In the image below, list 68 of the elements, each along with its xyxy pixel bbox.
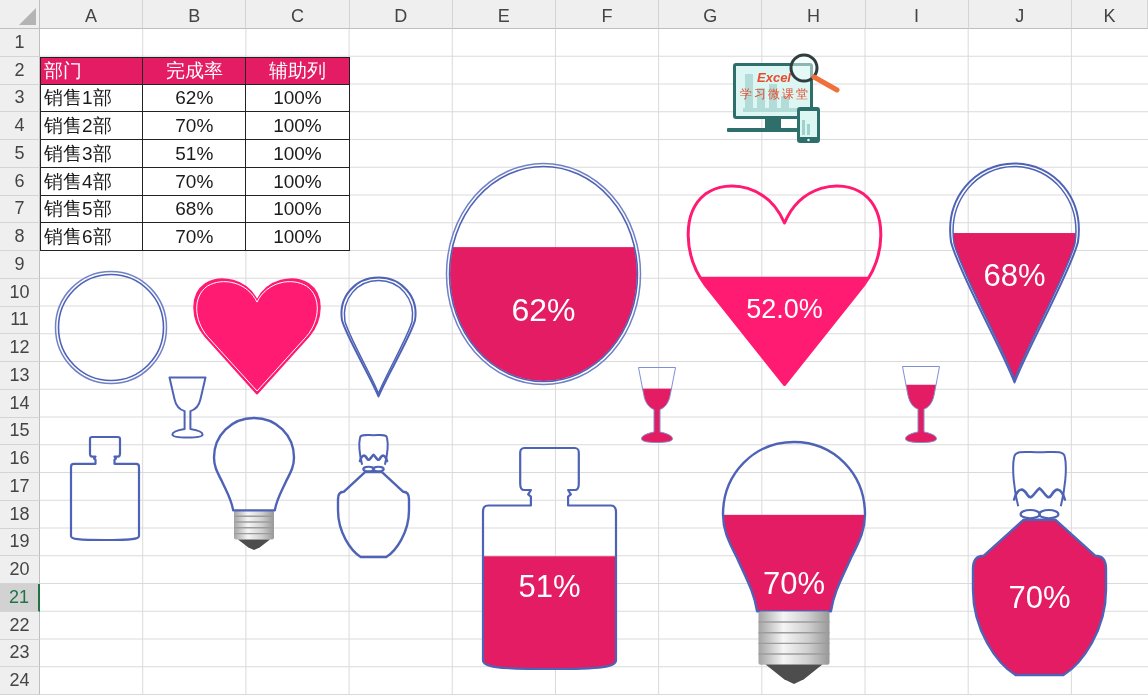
column-header[interactable]: I — [865, 0, 969, 29]
row-header[interactable]: 11 — [0, 306, 40, 335]
table-cell: 销售6部 — [40, 223, 144, 251]
row-header[interactable]: 7 — [0, 195, 40, 224]
table-cell: 70% — [143, 112, 247, 140]
table-cell: 销售4部 — [40, 167, 144, 196]
table-cell: 68% — [143, 195, 247, 224]
table-cell: 62% — [143, 84, 247, 113]
logo-subtitle: 学习微课堂 — [740, 88, 810, 100]
percent-label: 70% — [763, 567, 825, 599]
column-header[interactable]: D — [349, 0, 453, 29]
row-header[interactable]: 4 — [0, 112, 40, 140]
percent-label: 62% — [511, 293, 576, 326]
row-header[interactable]: 6 — [0, 167, 40, 196]
column-header[interactable]: A — [40, 0, 144, 29]
table-header-cell: 部门 — [40, 56, 144, 85]
table-cell: 100% — [246, 223, 350, 251]
row-header[interactable]: 10 — [0, 278, 40, 307]
row-header[interactable]: 3 — [0, 84, 40, 113]
row-header[interactable]: 1 — [0, 29, 40, 57]
logo-title: Excel — [757, 71, 791, 84]
bottle-stopper — [1012, 450, 1067, 508]
row-header[interactable]: 15 — [0, 417, 40, 446]
row-header[interactable]: 21 — [0, 584, 40, 612]
row-header[interactable]: 12 — [0, 334, 40, 362]
percent-label: 68% — [983, 259, 1046, 291]
table-cell: 销售5部 — [40, 195, 144, 224]
table-cell: 51% — [143, 140, 247, 168]
select-all-button[interactable] — [0, 0, 40, 29]
table-cell: 70% — [143, 167, 247, 196]
table-cell: 100% — [246, 112, 350, 140]
row-header[interactable]: 14 — [0, 389, 40, 418]
column-header[interactable]: F — [555, 0, 660, 29]
column-header[interactable]: H — [762, 0, 866, 29]
row-header[interactable]: 23 — [0, 639, 40, 668]
row-header[interactable]: 19 — [0, 528, 40, 557]
column-header[interactable]: E — [452, 0, 556, 29]
table-cell: 70% — [143, 223, 247, 251]
row-header[interactable]: 20 — [0, 556, 40, 584]
table-cell: 100% — [246, 84, 350, 113]
column-header[interactable]: J — [968, 0, 1072, 29]
row-header[interactable]: 9 — [0, 251, 40, 279]
table-cell: 销售2部 — [40, 112, 144, 140]
table-cell: 销售3部 — [40, 140, 144, 168]
wine-glass-outline — [168, 376, 207, 439]
corner-triangle-icon — [19, 8, 36, 25]
row-header[interactable]: 24 — [0, 667, 40, 695]
column-header[interactable]: K — [1071, 0, 1148, 29]
table-cell: 100% — [246, 195, 350, 224]
column-header[interactable]: C — [246, 0, 350, 29]
row-header[interactable]: 2 — [0, 56, 40, 85]
column-header[interactable]: G — [659, 0, 763, 29]
row-header[interactable]: 17 — [0, 473, 40, 501]
table-header-cell: 完成率 — [143, 56, 247, 85]
percent-label: 51% — [518, 570, 581, 601]
row-header[interactable]: 16 — [0, 445, 40, 473]
row-header[interactable]: 18 — [0, 500, 40, 529]
table-cell: 销售1部 — [40, 84, 144, 113]
row-header[interactable]: 8 — [0, 223, 40, 251]
row-header[interactable]: 5 — [0, 140, 40, 168]
row-header[interactable]: 13 — [0, 362, 40, 390]
percent-label: 70% — [1008, 581, 1071, 613]
column-header[interactable]: B — [143, 0, 247, 29]
table-header-cell: 辅助列 — [246, 56, 350, 85]
percent-label: 52.0% — [746, 295, 823, 323]
row-header[interactable]: 22 — [0, 611, 40, 640]
table-cell: 100% — [246, 167, 350, 196]
table-cell: 100% — [246, 140, 350, 168]
